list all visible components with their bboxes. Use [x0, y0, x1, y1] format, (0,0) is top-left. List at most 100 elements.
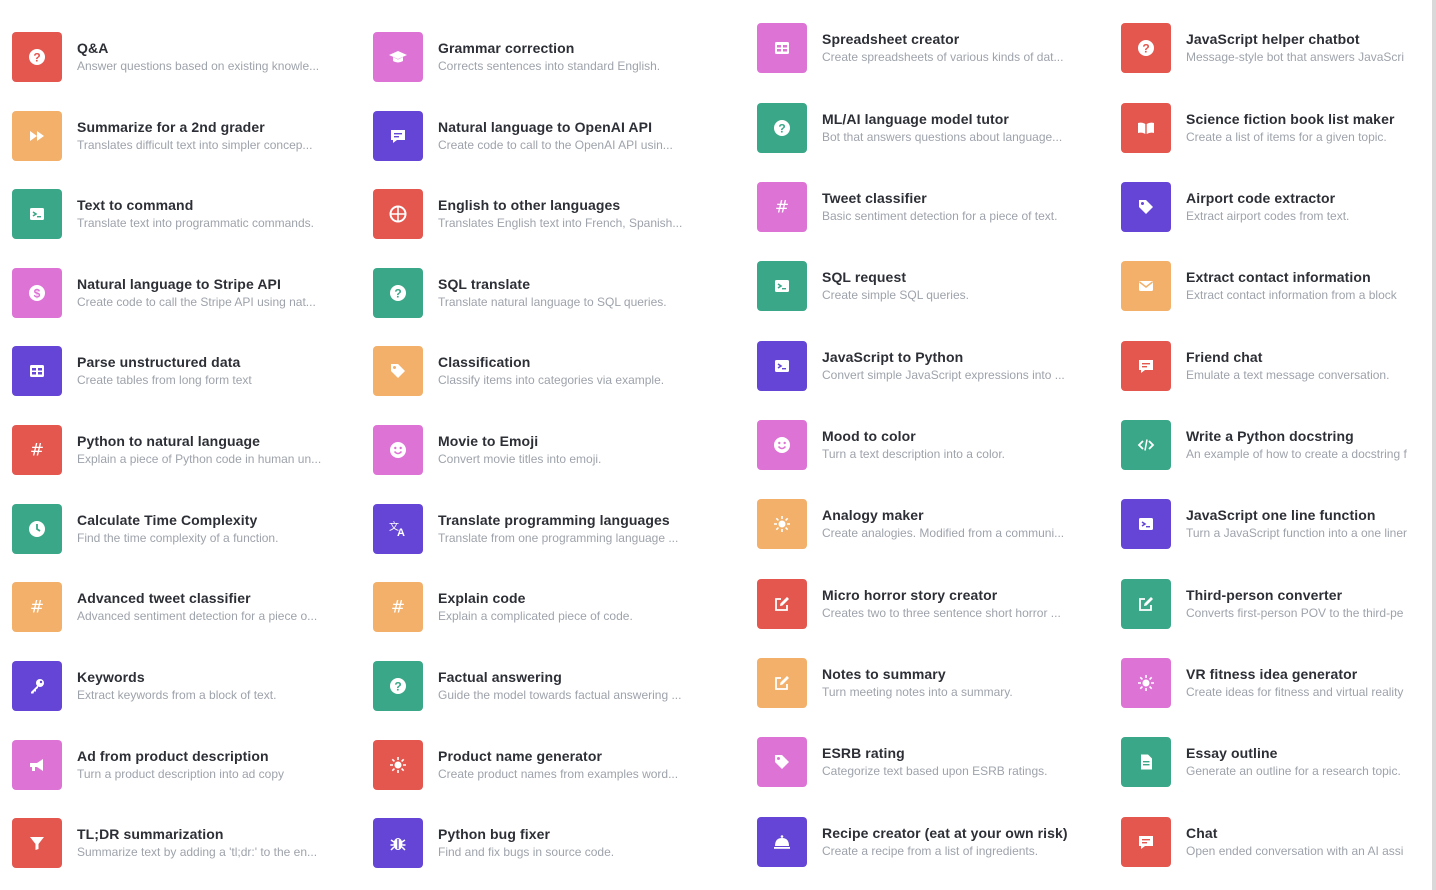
example-card-q-a[interactable]: ? Q&A Answer questions based on existing k… [12, 29, 362, 85]
question-icon: ? [373, 268, 423, 318]
example-card-text: Third-person converter Converts first-per… [1186, 586, 1432, 622]
example-card-javascript-one-line-function[interactable]: JavaScript one line function Turn a JavaS… [1121, 496, 1432, 552]
example-card-product-name-generator[interactable]: Product name generator Create product nam… [373, 737, 723, 793]
example-card-essay-outline[interactable]: Essay outline Generate an outline for a r… [1121, 734, 1432, 790]
example-title: JavaScript one line function [1186, 507, 1376, 523]
example-card-sql-translate[interactable]: ? SQL translate Translate natural language… [373, 265, 723, 321]
example-card-text: Python bug fixer Find and fix bugs in sou… [438, 825, 723, 861]
question-icon: ? [757, 103, 807, 153]
example-card-text: Classification Classify items into catego… [438, 353, 723, 389]
example-card-micro-horror-story-creator[interactable]: Micro horror story creator Creates two to… [757, 576, 1107, 632]
svg-text:A: A [397, 527, 405, 539]
example-card-science-fiction-book-list-maker[interactable]: Science fiction book list maker Create a … [1121, 100, 1432, 156]
example-card-text: Spreadsheet creator Create spreadsheets o… [822, 30, 1107, 66]
example-card-vr-fitness-idea-generator[interactable]: VR fitness idea generator Create ideas fo… [1121, 655, 1432, 711]
example-card-text: Grammar correction Corrects sentences int… [438, 39, 723, 75]
example-card-movie-to-emoji[interactable]: Movie to Emoji Convert movie titles into … [373, 422, 723, 478]
example-card-tweet-classifier[interactable]: # Tweet classifier Basic sentiment detecti… [757, 179, 1107, 235]
example-card-parse-unstructured-data[interactable]: Parse unstructured data Create tables fro… [12, 343, 362, 399]
example-card-text: ML/AI language model tutor Bot that answe… [822, 110, 1107, 146]
example-description: Classify items into categories via examp… [438, 373, 665, 387]
example-card-text: Keywords Extract keywords from a block of… [77, 668, 362, 704]
example-card-third-person-converter[interactable]: Third-person converter Converts first-per… [1121, 576, 1432, 632]
example-card-keywords[interactable]: Keywords Extract keywords from a block of… [12, 658, 362, 714]
scrollbar-edge[interactable] [1432, 0, 1436, 890]
example-card-advanced-tweet-classifier[interactable]: # Advanced tweet classifier Advanced senti… [12, 579, 362, 635]
example-card-calculate-time-complexity[interactable]: Calculate Time Complexity Find the time c… [12, 501, 362, 557]
example-card-text: Python to natural language Explain a piec… [77, 432, 362, 468]
example-title: Spreadsheet creator [822, 31, 960, 47]
example-card-text: SQL translate Translate natural language … [438, 275, 723, 311]
example-title: Third-person converter [1186, 587, 1343, 603]
example-card-natural-language-to-openai-api[interactable]: Natural language to OpenAI API Create cod… [373, 108, 723, 164]
example-card-classification[interactable]: Classification Classify items into catego… [373, 343, 723, 399]
terminal-icon [1121, 499, 1171, 549]
example-card-text: Q&A Answer questions based on existing kn… [77, 39, 362, 75]
example-description: Create spreadsheets of various kinds of … [822, 50, 1064, 64]
example-description: Translate text into programmatic command… [77, 216, 314, 230]
example-card-python-bug-fixer[interactable]: Python bug fixer Find and fix bugs in sou… [373, 815, 723, 871]
example-card-text: Natural language to Stripe API Create cod… [77, 275, 362, 311]
code-icon [1121, 420, 1171, 470]
example-card-text: Extract contact information Extract conta… [1186, 268, 1432, 304]
example-card-airport-code-extractor[interactable]: Airport code extractor Extract airport co… [1121, 179, 1432, 235]
question-icon: ? [373, 661, 423, 711]
example-description: Create a recipe from a list of ingredien… [822, 844, 1039, 858]
example-card-text: TL;DR summarization Summarize text by add… [77, 825, 362, 861]
key-icon [12, 661, 62, 711]
example-title: Translate programming languages [438, 512, 670, 528]
example-card-write-a-python-docstring[interactable]: Write a Python docstring An example of ho… [1121, 417, 1432, 473]
example-description: Convert movie titles into emoji. [438, 452, 602, 466]
example-card-explain-code[interactable]: # Explain code Explain a complicated piece… [373, 579, 723, 635]
example-card-analogy-maker[interactable]: Analogy maker Create analogies. Modified … [757, 496, 1107, 552]
example-card-javascript-to-python[interactable]: JavaScript to Python Convert simple JavaS… [757, 338, 1107, 394]
example-description: Translate natural language to SQL querie… [438, 295, 667, 309]
example-description: Summarize text by adding a 'tl;dr:' to t… [77, 845, 318, 859]
example-description: Find and fix bugs in source code. [438, 845, 615, 859]
example-description: Turn a JavaScript function into a one li… [1186, 526, 1408, 540]
document-icon [1121, 737, 1171, 787]
example-description: Create code to call to the OpenAI API us… [438, 138, 673, 152]
table-icon [757, 23, 807, 73]
fast-forward-icon [12, 111, 62, 161]
example-card-notes-to-summary[interactable]: Notes to summary Turn meeting notes into … [757, 655, 1107, 711]
envelope-icon [1121, 261, 1171, 311]
example-title: Python bug fixer [438, 826, 551, 842]
clock-icon [12, 504, 62, 554]
example-card-text: Recipe creator (eat at your own risk) Cre… [822, 824, 1107, 860]
example-title: Micro horror story creator [822, 587, 998, 603]
example-card-text: Essay outline Generate an outline for a r… [1186, 744, 1432, 780]
example-card-extract-contact-information[interactable]: Extract contact information Extract conta… [1121, 258, 1432, 314]
example-card-natural-language-to-stripe-api[interactable]: $ Natural language to Stripe API Create co… [12, 265, 362, 321]
example-card-friend-chat[interactable]: Friend chat Emulate a text message conver… [1121, 338, 1432, 394]
terminal-icon [12, 189, 62, 239]
example-card-javascript-helper-chatbot[interactable]: ? JavaScript helper chatbot Message-style … [1121, 20, 1432, 76]
tag-icon [373, 346, 423, 396]
example-card-mood-to-color[interactable]: Mood to color Turn a text description int… [757, 417, 1107, 473]
example-description: Create simple SQL queries. [822, 288, 969, 302]
example-card-tl-dr-summarization[interactable]: TL;DR summarization Summarize text by add… [12, 815, 362, 871]
example-card-sql-request[interactable]: SQL request Create simple SQL queries. [757, 258, 1107, 314]
example-card-spreadsheet-creator[interactable]: Spreadsheet creator Create spreadsheets o… [757, 20, 1107, 76]
example-card-ml-ai-language-model-tutor[interactable]: ? ML/AI language model tutor Bot that answ… [757, 100, 1107, 156]
edit-icon [757, 658, 807, 708]
example-card-summarize-for-a-2nd-grader[interactable]: Summarize for a 2nd grader Translates dif… [12, 108, 362, 164]
example-card-esrb-rating[interactable]: ESRB rating Categorize text based upon ES… [757, 734, 1107, 790]
example-title: Summarize for a 2nd grader [77, 119, 265, 135]
svg-text:#: # [30, 598, 44, 618]
example-card-chat[interactable]: Chat Open ended conversation with an AI a… [1121, 814, 1432, 870]
cloche-icon [757, 817, 807, 867]
example-card-english-to-other-languages[interactable]: English to other languages Translates Eng… [373, 186, 723, 242]
example-description: Create analogies. Modified from a commun… [822, 526, 1065, 540]
lightbulb-icon [757, 499, 807, 549]
example-card-translate-programming-languages[interactable]: 文 A Translate programming languages Transla… [373, 501, 723, 557]
example-card-factual-answering[interactable]: ? Factual answering Guide the model toward… [373, 658, 723, 714]
example-card-python-to-natural-language[interactable]: # Python to natural language Explain a pie… [12, 422, 362, 478]
terminal-icon [757, 341, 807, 391]
example-title: Python to natural language [77, 433, 261, 449]
example-card-text-to-command[interactable]: Text to command Translate text into progr… [12, 186, 362, 242]
example-card-recipe-creator-eat-at-your-own-risk[interactable]: Recipe creator (eat at your own risk) Cre… [757, 814, 1107, 870]
example-card-ad-from-product-description[interactable]: Ad from product description Turn a produc… [12, 737, 362, 793]
example-title: Notes to summary [822, 666, 946, 682]
example-card-grammar-correction[interactable]: Grammar correction Corrects sentences int… [373, 29, 723, 85]
